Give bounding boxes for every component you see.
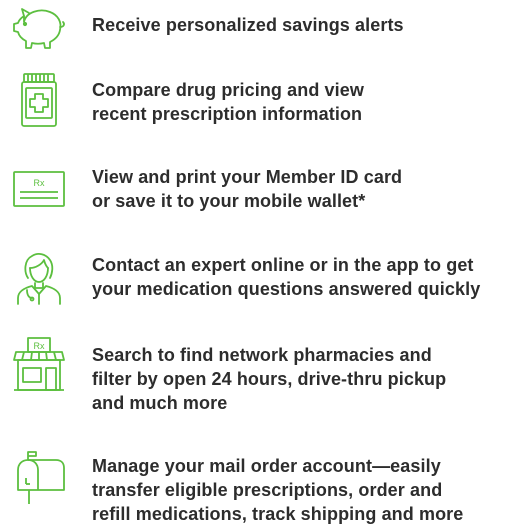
feature-text-line: or save it to your mobile wallet* [92, 191, 366, 211]
rx-card-icon: Rx [10, 160, 68, 218]
feature-text-line: Compare drug pricing and view [92, 80, 364, 100]
feature-text-line: View and print your Member ID card [92, 167, 403, 187]
feature-text-line: and much more [92, 393, 228, 413]
feature-text-line: transfer eligible prescriptions, order a… [92, 480, 443, 500]
feature-text: View and print your Member ID card or sa… [92, 165, 502, 213]
feature-text-line: Contact an expert online or in the app t… [92, 255, 474, 275]
pharmacy-store-icon: Rx [10, 336, 68, 394]
piggy-bank-icon [10, 0, 68, 58]
feature-text-line: Manage your mail order account—easily [92, 456, 441, 476]
feature-text-line: Search to find network pharmacies and [92, 345, 432, 365]
feature-text-line: Receive personalized savings alerts [92, 15, 404, 35]
pharmacy-sign-label: Rx [34, 341, 45, 351]
feature-text-line: refill medications, track shipping and m… [92, 504, 464, 524]
feature-text: Compare drug pricing and view recent pre… [92, 78, 502, 126]
rx-card-label: Rx [34, 178, 45, 188]
pharmacist-icon [10, 248, 68, 306]
feature-text: Manage your mail order account—easily tr… [92, 454, 502, 526]
feature-list: Receive personalized savings alerts Comp… [0, 0, 505, 529]
pill-bottle-icon [10, 72, 68, 130]
mailbox-icon [10, 448, 68, 506]
feature-text: Search to find network pharmacies and fi… [92, 343, 502, 415]
feature-text: Receive personalized savings alerts [92, 13, 502, 37]
feature-text-line: your medication questions answered quick… [92, 279, 481, 299]
feature-text-line: recent prescription information [92, 104, 363, 124]
feature-text-line: filter by open 24 hours, drive-thru pick… [92, 369, 447, 389]
feature-text: Contact an expert online or in the app t… [92, 253, 502, 301]
